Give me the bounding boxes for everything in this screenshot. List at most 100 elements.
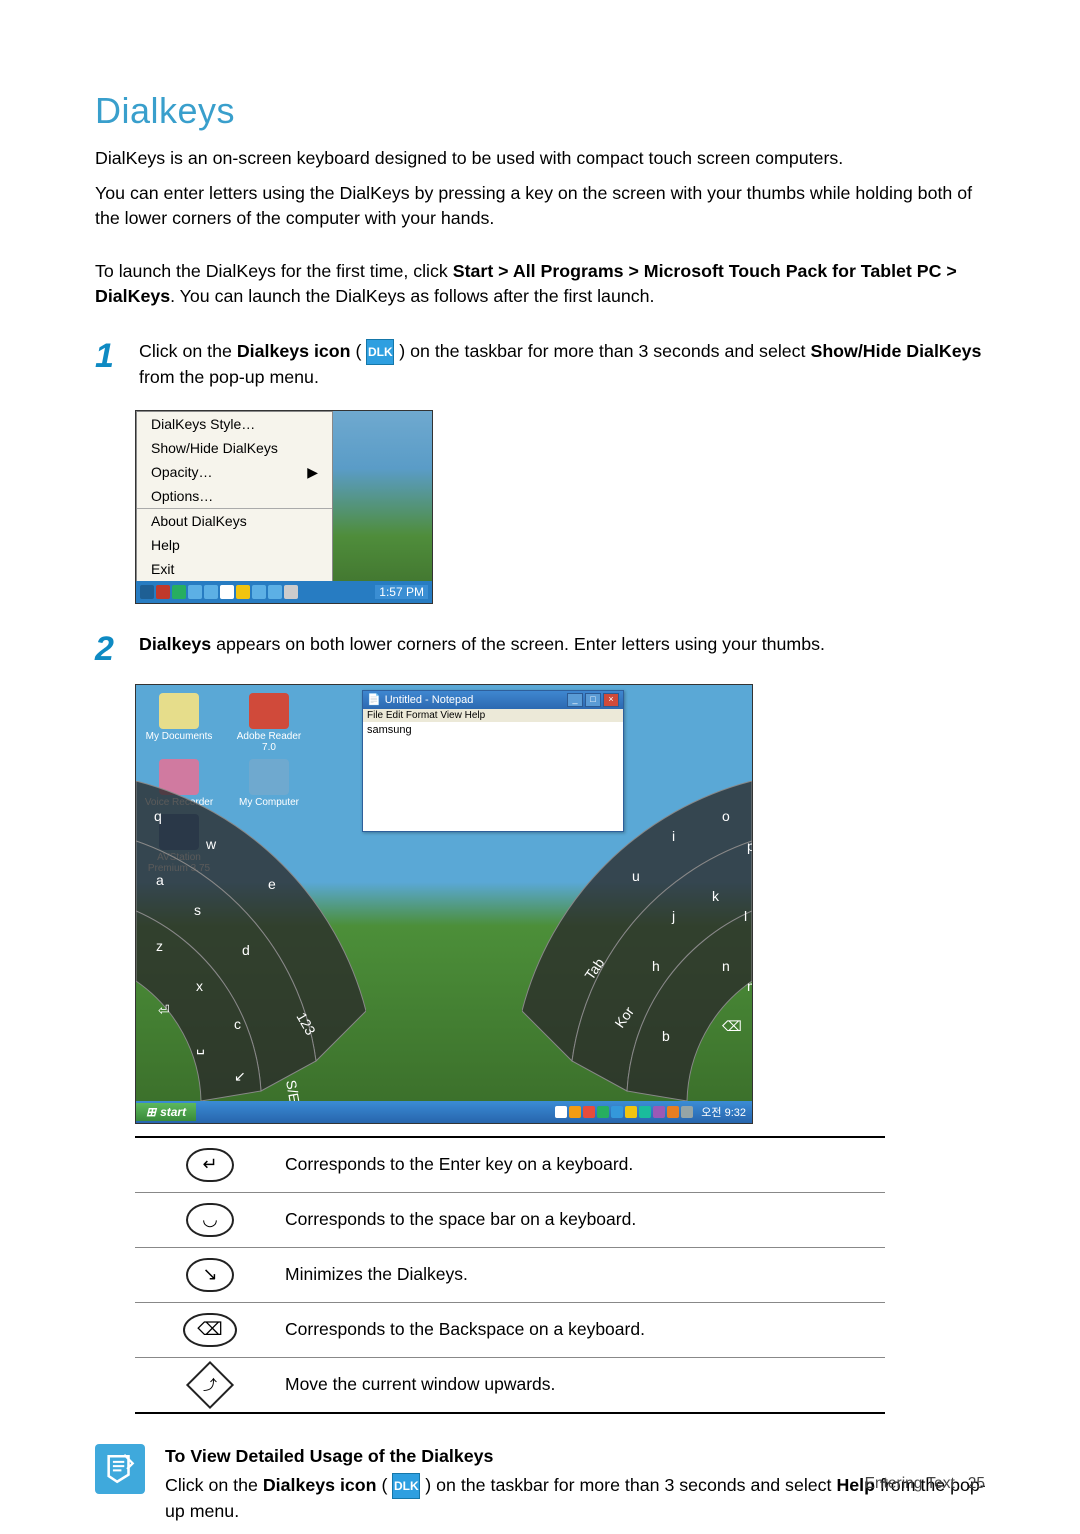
table-row: ↵ Corresponds to the Enter key on a keyb… <box>135 1138 885 1193</box>
step-number-2: 2 <box>95 632 129 666</box>
minimize-icon: _ <box>567 693 583 707</box>
symbol-table: ↵ Corresponds to the Enter key on a keyb… <box>135 1136 885 1414</box>
maximize-icon: □ <box>585 693 601 707</box>
backspace-key-icon: ⌫ <box>183 1313 237 1347</box>
svg-text:d: d <box>242 942 250 958</box>
svg-text:m: m <box>747 978 753 994</box>
tray-icon <box>667 1106 679 1118</box>
svg-text:e: e <box>268 876 276 892</box>
tray-icon <box>555 1106 567 1118</box>
svg-text:⏎: ⏎ <box>158 1002 170 1018</box>
table-row: ◡ Corresponds to the space bar on a keyb… <box>135 1193 885 1248</box>
menu-item-help[interactable]: Help <box>137 533 332 557</box>
page-footer: Entering Text 25 <box>865 1475 985 1493</box>
tray-icon[interactable] <box>220 585 234 599</box>
taskbar: 1:57 PM <box>136 581 432 603</box>
table-cell: Minimizes the Dialkeys. <box>285 1264 885 1285</box>
desktop-taskbar[interactable]: ⊞start 오전 9:32 <box>136 1101 752 1123</box>
tray-icon <box>597 1106 609 1118</box>
menu-item-exit[interactable]: Exit <box>137 557 332 581</box>
tray-icon[interactable] <box>204 585 218 599</box>
svg-text:a: a <box>156 872 164 888</box>
table-row: ⌫ Corresponds to the Backspace on a keyb… <box>135 1303 885 1358</box>
svg-text:o: o <box>722 808 730 824</box>
svg-text:q: q <box>154 808 162 824</box>
menu-item-showhide[interactable]: Show/Hide DialKeys <box>137 436 332 460</box>
menu-item-style[interactable]: DialKeys Style… <box>137 412 332 436</box>
svg-text:n: n <box>722 958 730 974</box>
tray-icon[interactable] <box>284 585 298 599</box>
svg-text:↙: ↙ <box>234 1068 246 1084</box>
svg-text:S/E: S/E <box>283 1078 303 1100</box>
table-cell: Move the current window upwards. <box>285 1374 885 1395</box>
tray-clock: 오전 9:32 <box>701 1104 746 1120</box>
tray-icon[interactable] <box>172 585 186 599</box>
desktop-icon[interactable]: Adobe Reader 7.0 <box>234 693 304 753</box>
step-number-1: 1 <box>95 339 129 373</box>
tray-icon <box>569 1106 581 1118</box>
svg-text:c: c <box>234 1016 241 1032</box>
svg-text:⌫: ⌫ <box>722 1018 742 1034</box>
desktop-icon[interactable]: My Documents <box>144 693 214 753</box>
tray-icon <box>611 1106 623 1118</box>
tray-icon[interactable] <box>236 585 250 599</box>
notepad-menubar[interactable]: File Edit Format View Help <box>363 709 623 722</box>
svg-text:w: w <box>205 836 217 852</box>
context-menu: DialKeys Style… Show/Hide DialKeys Opaci… <box>136 411 333 582</box>
svg-text:h: h <box>652 958 660 974</box>
table-cell: Corresponds to the Enter key on a keyboa… <box>285 1154 885 1175</box>
tray-icon <box>639 1106 651 1118</box>
intro-paragraph-1: DialKeys is an on-screen keyboard design… <box>95 146 990 171</box>
tray-icon <box>625 1106 637 1118</box>
tray-icon <box>653 1106 665 1118</box>
svg-text:␣: ␣ <box>196 1038 205 1055</box>
table-cell: Corresponds to the space bar on a keyboa… <box>285 1209 885 1230</box>
windows-logo-icon: ⊞ <box>146 1105 156 1119</box>
svg-text:j: j <box>671 908 675 924</box>
dialkeys-left[interactable]: q w e a s d z x c ⏎ ␣ ↙ 123 S/E <box>135 781 366 1101</box>
dialkeys-tray-icon: DLK <box>366 339 394 365</box>
dialkeys-right[interactable]: o p i u k l j n m h Tab Kor b ⌫ <box>522 781 753 1101</box>
tray-icon[interactable] <box>156 585 170 599</box>
step-1-text: Click on the Dialkeys icon ( DLK ) on th… <box>139 339 990 390</box>
moveup-key-icon: ⤴ <box>186 1361 234 1409</box>
table-row: ⤴ Move the current window upwards. <box>135 1358 885 1412</box>
svg-text:i: i <box>672 828 675 844</box>
enter-key-icon: ↵ <box>186 1148 234 1182</box>
intro-paragraph-2: You can enter letters using the DialKeys… <box>95 181 990 231</box>
tray-icon[interactable] <box>252 585 266 599</box>
svg-text:s: s <box>194 902 201 918</box>
step-2-text: Dialkeys appears on both lower corners o… <box>139 632 990 657</box>
close-icon: × <box>603 693 619 707</box>
dialkeys-tray-icon: DLK <box>392 1473 420 1499</box>
taskbar-clock: 1:57 PM <box>375 585 428 599</box>
tray-icon[interactable] <box>188 585 202 599</box>
minimize-key-icon: ↘ <box>186 1258 234 1292</box>
figure-popup-menu: DialKeys Style… Show/Hide DialKeys Opaci… <box>135 410 433 604</box>
start-button[interactable]: ⊞start <box>136 1103 196 1121</box>
note-icon <box>95 1444 145 1494</box>
launch-paragraph: To launch the DialKeys for the first tim… <box>95 259 990 309</box>
note-title: To View Detailed Usage of the Dialkeys <box>165 1444 990 1469</box>
menu-item-options[interactable]: Options… <box>137 484 332 508</box>
tray-icon[interactable] <box>268 585 282 599</box>
svg-text:x: x <box>196 978 203 994</box>
figure-dialkeys-desktop: My Documents Adobe Reader 7.0 Voice Reco… <box>135 684 753 1124</box>
menu-item-opacity[interactable]: Opacity…▶ <box>137 460 332 484</box>
tray-icon <box>681 1106 693 1118</box>
menu-item-about[interactable]: About DialKeys <box>137 509 332 533</box>
window-controls[interactable]: _□× <box>565 693 619 707</box>
system-tray[interactable]: 오전 9:32 <box>549 1104 752 1120</box>
space-key-icon: ◡ <box>186 1203 234 1237</box>
svg-text:p: p <box>747 838 753 854</box>
submenu-arrow-icon: ▶ <box>307 464 318 481</box>
tray-icon <box>583 1106 595 1118</box>
table-row: ↘ Minimizes the Dialkeys. <box>135 1248 885 1303</box>
svg-text:u: u <box>632 868 640 884</box>
svg-text:k: k <box>712 888 720 904</box>
table-cell: Corresponds to the Backspace on a keyboa… <box>285 1319 885 1340</box>
window-title: Untitled - Notepad <box>385 694 565 706</box>
svg-text:l: l <box>744 908 747 924</box>
tray-icon[interactable] <box>140 585 154 599</box>
page-title: Dialkeys <box>95 90 990 132</box>
